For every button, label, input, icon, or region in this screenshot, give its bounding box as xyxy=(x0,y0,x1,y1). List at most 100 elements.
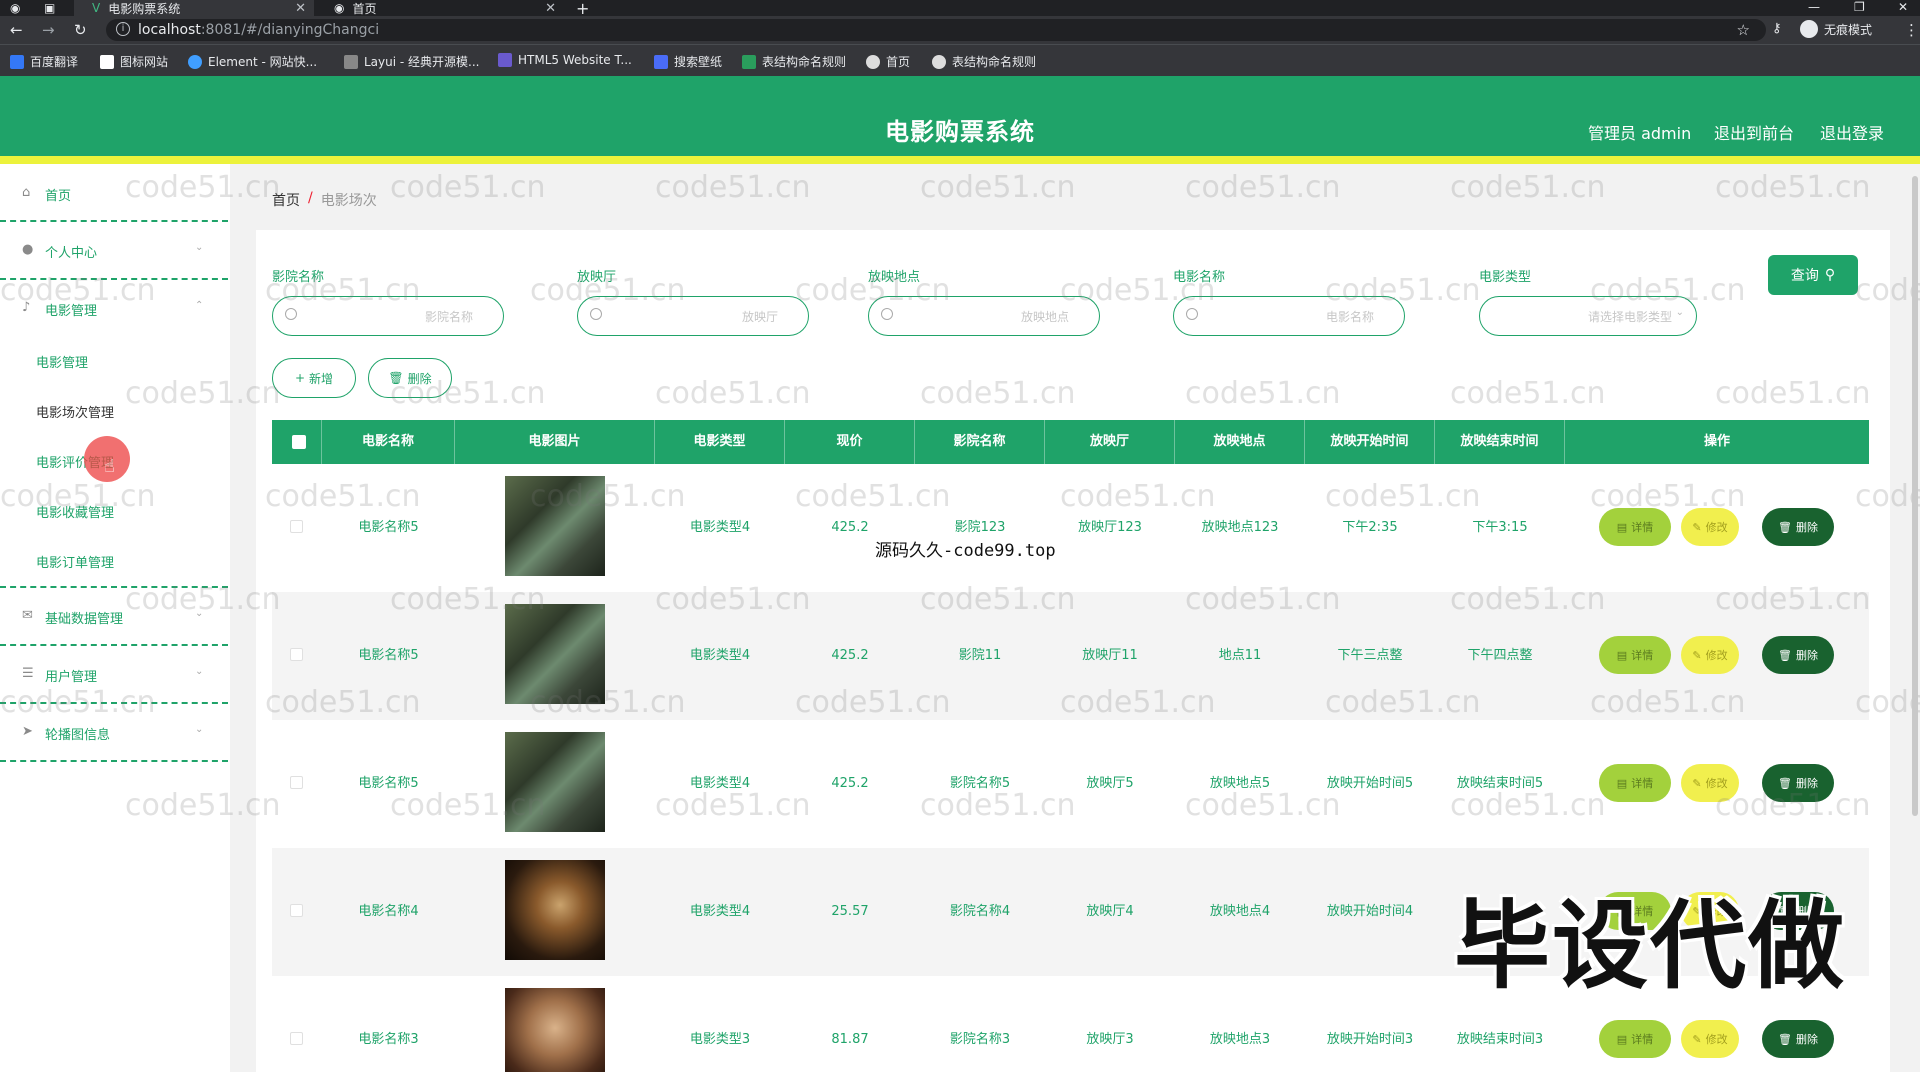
back-icon[interactable]: ← xyxy=(10,21,23,39)
location-input[interactable]: 放映地点 xyxy=(868,296,1100,336)
filter-label-movie-name: 电影名称 xyxy=(1173,270,1226,285)
logout-link[interactable]: 退出登录 xyxy=(1820,120,1884,144)
bookmark-item[interactable]: 表结构命名规则 xyxy=(932,53,1036,70)
forward-icon[interactable]: → xyxy=(42,21,55,39)
edit-label: 修改 xyxy=(1705,521,1728,534)
cell-price: 425.2 xyxy=(831,648,869,663)
info-icon[interactable]: i xyxy=(116,22,130,36)
delete-button[interactable]: 🗑 删除 xyxy=(1762,1020,1834,1058)
submenu-favorite-mgmt[interactable]: 电影收藏管理 xyxy=(36,502,114,521)
globe-icon xyxy=(866,54,880,69)
cell-hall: 放映厅4 xyxy=(1086,904,1134,919)
edit-label: 修改 xyxy=(1705,1033,1728,1046)
delete-label: 删除 xyxy=(1795,1033,1818,1046)
bookmark-item[interactable]: Layui - 经典开源模... xyxy=(344,53,479,70)
pencil-icon: ✎ xyxy=(1692,520,1702,534)
delete-button[interactable]: 🗑 删除 xyxy=(1762,636,1834,674)
row-checkbox[interactable] xyxy=(290,520,303,533)
delete-button[interactable]: 🗑 删除 xyxy=(1762,764,1834,802)
browser-app-icon[interactable]: ◉ xyxy=(10,0,30,16)
edit-button[interactable]: ✎ 修改 xyxy=(1681,636,1739,674)
cell-cinema: 影院名称4 xyxy=(949,904,1011,919)
hand-cursor-icon: ☝ xyxy=(104,456,115,477)
tab-home[interactable]: ◉ 首页 ✕ xyxy=(324,0,564,16)
bookmarks-bar: 百度翻译 图标网站 Element - 网站快... Layui - 经典开源模… xyxy=(0,44,1920,76)
movie-poster xyxy=(505,476,605,576)
star-icon[interactable]: ☆ xyxy=(1737,21,1750,39)
menu-icon[interactable]: ⋮ xyxy=(1904,21,1919,39)
add-button[interactable]: + 新增 xyxy=(272,358,356,398)
column-header: 放映地点 xyxy=(1175,420,1305,464)
divider xyxy=(0,702,228,704)
sidebar-item-label: 用户管理 xyxy=(45,670,98,685)
movie-name-input[interactable]: 电影名称 xyxy=(1173,296,1405,336)
detail-button[interactable]: ▤ 详情 xyxy=(1599,764,1671,802)
cell-price: 425.2 xyxy=(831,520,869,535)
bookmark-item[interactable]: Element - 网站快... xyxy=(188,53,317,70)
bookmark-item[interactable]: HTML5 Website T... xyxy=(498,53,632,67)
row-checkbox[interactable] xyxy=(290,1032,303,1045)
bookmark-label: 表结构命名规则 xyxy=(952,55,1037,69)
breadcrumb-home[interactable]: 首页 xyxy=(272,190,300,210)
row-checkbox[interactable] xyxy=(290,648,303,661)
hall-input[interactable]: 放映厅 xyxy=(577,296,809,336)
movie-poster xyxy=(505,860,605,960)
window-close-icon[interactable]: ✕ xyxy=(1898,0,1908,14)
minimize-icon[interactable]: — xyxy=(1808,0,1820,14)
edit-button[interactable]: ✎ 修改 xyxy=(1681,1020,1739,1058)
edit-button[interactable]: ✎ 修改 xyxy=(1681,764,1739,802)
movie-type-select[interactable]: 请选择电影类型 ⌄ xyxy=(1479,296,1697,336)
restore-icon[interactable]: ❐ xyxy=(1854,0,1865,14)
submenu-session-mgmt[interactable]: 电影场次管理 xyxy=(36,402,114,421)
row-checkbox[interactable] xyxy=(290,904,303,917)
bookmark-item[interactable]: 表结构命名规则 xyxy=(742,53,846,70)
new-tab-button[interactable]: + xyxy=(576,0,589,18)
bookmark-item[interactable]: 搜索壁纸 xyxy=(654,53,722,70)
incognito-profile[interactable]: 无痕模式 xyxy=(1800,20,1872,38)
query-button[interactable]: 查询 ⚲ xyxy=(1768,255,1858,295)
select-all-checkbox[interactable] xyxy=(292,435,306,449)
table-header: 电影名称 电影图片 电影类型 现价 影院名称 放映厅 放映地点 放映开始时间 放… xyxy=(272,420,1869,464)
detail-button[interactable]: ▤ 详情 xyxy=(1599,636,1671,674)
cell-type: 电影类型4 xyxy=(689,520,751,535)
pencil-icon: ✎ xyxy=(1692,776,1702,790)
bulk-delete-button[interactable]: 🗑 删除 xyxy=(368,358,452,398)
trash-icon: 🗑 xyxy=(1778,1032,1792,1046)
bookmark-item[interactable]: 图标网站 xyxy=(100,53,168,70)
close-icon[interactable]: ✕ xyxy=(545,1,556,16)
edit-label: 修改 xyxy=(1705,777,1728,790)
document-icon: ▤ xyxy=(1616,648,1628,662)
detail-button[interactable]: ▤ 详情 xyxy=(1599,1020,1671,1058)
key-icon[interactable]: ⚷ xyxy=(1772,21,1782,36)
delete-label: 删除 xyxy=(407,371,432,386)
divider xyxy=(0,220,228,222)
sidebar-item-label: 个人中心 xyxy=(45,246,98,261)
tab-title: 首页 xyxy=(352,1,377,16)
back-to-frontend-link[interactable]: 退出到前台 xyxy=(1714,120,1794,144)
detail-button[interactable]: ▤ 详情 xyxy=(1599,508,1671,546)
tab-movie-system[interactable]: V 电影购票系统 ✕ xyxy=(74,0,314,16)
delete-button[interactable]: 🗑 删除 xyxy=(1762,508,1834,546)
cell-hall: 放映厅11 xyxy=(1082,648,1138,663)
page-scrollbar[interactable] xyxy=(1912,176,1918,816)
column-header: 放映结束时间 xyxy=(1435,420,1565,464)
submenu-order-mgmt[interactable]: 电影订单管理 xyxy=(36,552,114,571)
cell-cinema: 影院名称5 xyxy=(949,776,1011,791)
layui-icon xyxy=(344,54,358,69)
edit-button[interactable]: ✎ 修改 xyxy=(1681,508,1739,546)
address-bar: ← → ↻ i localhost:8081/#/dianyingChangci… xyxy=(0,16,1920,44)
reload-icon[interactable]: ↻ xyxy=(74,21,87,39)
microphone-icon: ♪ xyxy=(22,300,31,315)
bookmark-item[interactable]: 首页 xyxy=(866,53,910,70)
close-icon[interactable]: ✕ xyxy=(295,1,306,16)
tab-overview-icon[interactable]: ▣ xyxy=(44,0,64,16)
bookmark-item[interactable]: 百度翻译 xyxy=(10,53,78,70)
element-icon xyxy=(188,54,202,69)
submenu-movie-mgmt[interactable]: 电影管理 xyxy=(36,352,88,371)
row-checkbox[interactable] xyxy=(290,776,303,789)
cinema-name-input[interactable]: 影院名称 xyxy=(272,296,504,336)
cell-cinema: 影院123 xyxy=(954,520,1006,535)
cell-location: 放映地点4 xyxy=(1209,904,1271,919)
bookmark-label: 首页 xyxy=(886,55,911,69)
url-input[interactable]: i localhost:8081/#/dianyingChangci ☆ xyxy=(106,19,1766,41)
